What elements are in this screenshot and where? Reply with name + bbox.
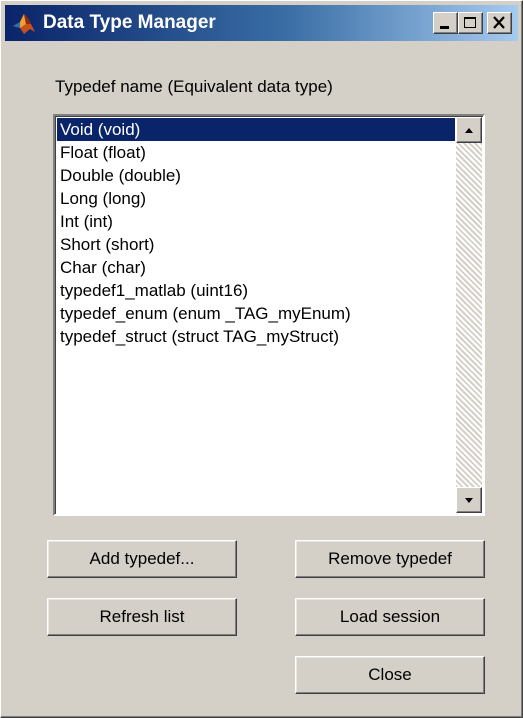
scroll-down-button[interactable] xyxy=(456,487,482,513)
close-window-button[interactable] xyxy=(487,12,512,34)
data-type-manager-window: Data Type Manager Typedef name (Equivale… xyxy=(0,0,523,718)
list-item[interactable]: typedef_enum (enum _TAG_myEnum) xyxy=(57,302,455,325)
add-typedef-button[interactable]: Add typedef... xyxy=(47,540,237,578)
minimize-button[interactable] xyxy=(433,12,458,34)
list-item[interactable]: Void (void) xyxy=(57,118,455,141)
refresh-list-button[interactable]: Refresh list xyxy=(47,598,237,636)
list-item[interactable]: Double (double) xyxy=(57,164,455,187)
remove-typedef-button[interactable]: Remove typedef xyxy=(295,540,485,578)
list-item[interactable]: typedef1_matlab (uint16) xyxy=(57,279,455,302)
typedef-listbox[interactable]: Void (void) Float (float) Double (double… xyxy=(53,114,485,516)
scroll-up-button[interactable] xyxy=(456,117,482,143)
vertical-scrollbar[interactable] xyxy=(456,117,482,513)
load-session-button[interactable]: Load session xyxy=(295,598,485,636)
list-item[interactable]: Int (int) xyxy=(57,210,455,233)
matlab-logo-icon xyxy=(11,10,37,36)
list-item[interactable]: Short (short) xyxy=(57,233,455,256)
typedef-list: Void (void) Float (float) Double (double… xyxy=(57,118,455,348)
close-button[interactable]: Close xyxy=(295,656,485,694)
list-header-label: Typedef name (Equivalent data type) xyxy=(55,77,333,96)
list-item[interactable]: Long (long) xyxy=(57,187,455,210)
list-item[interactable]: Float (float) xyxy=(57,141,455,164)
maximize-button[interactable] xyxy=(458,12,483,34)
title-bar[interactable]: Data Type Manager xyxy=(5,5,518,41)
window-title: Data Type Manager xyxy=(43,12,216,33)
list-item[interactable]: Char (char) xyxy=(57,256,455,279)
list-item[interactable]: typedef_struct (struct TAG_myStruct) xyxy=(57,325,455,348)
